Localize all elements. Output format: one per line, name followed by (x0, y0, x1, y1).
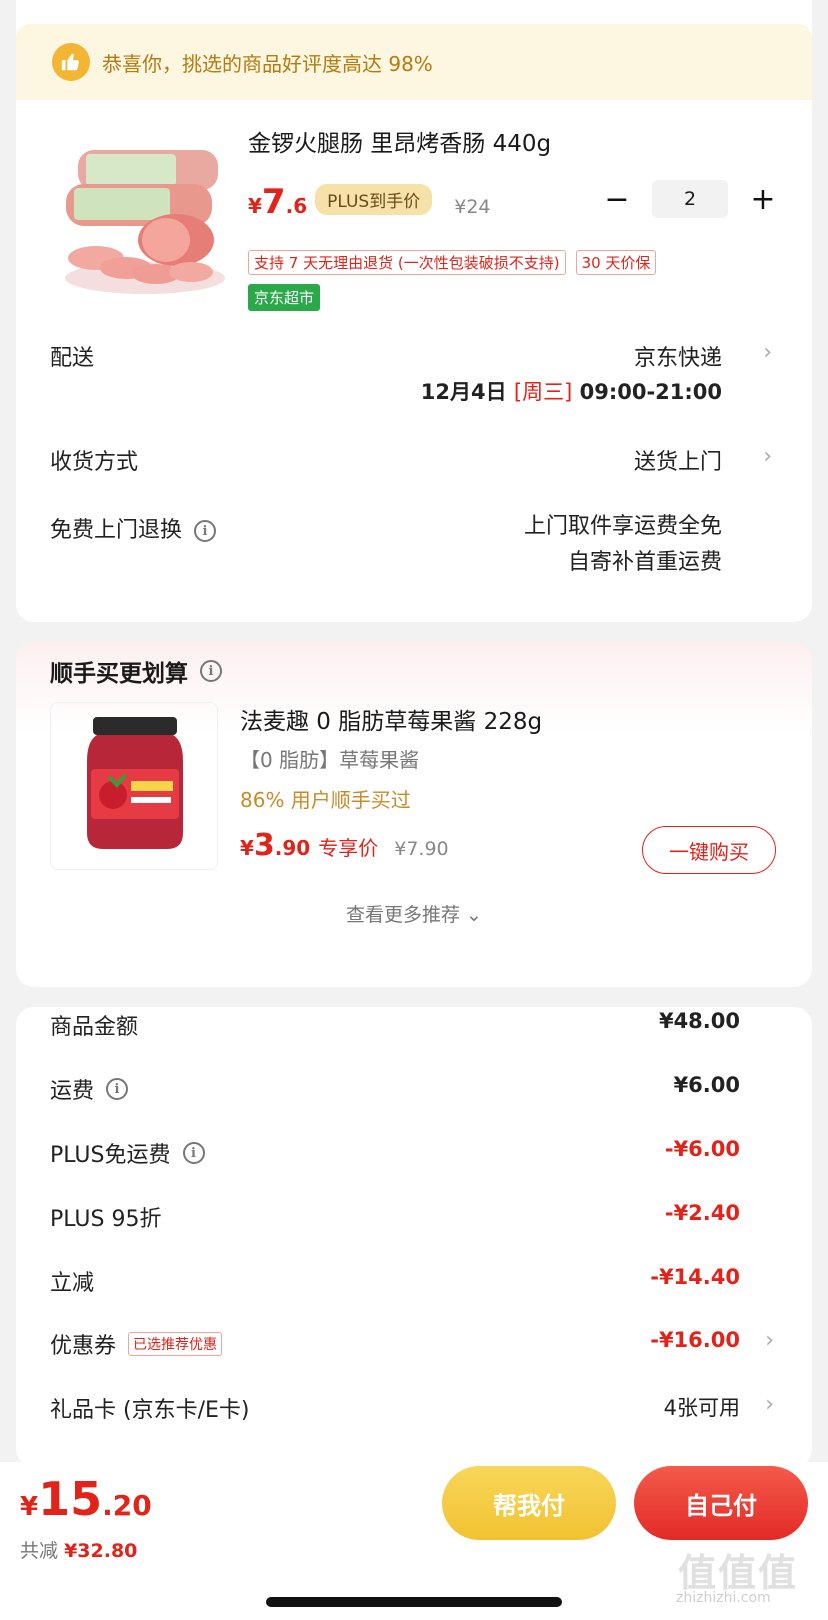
total-integer: 15 (38, 1472, 103, 1526)
pay-myself-button[interactable]: 自己付 (634, 1466, 808, 1540)
free-return-line2: 自寄补首重运费 (567, 550, 722, 575)
one-click-buy-button[interactable]: 一键购买 (642, 826, 776, 874)
price-decimal: .6 (285, 194, 308, 218)
exclusive-price-label: 专享价 (318, 836, 379, 860)
free-return-text: 免费上门退换 (50, 518, 183, 543)
free-return-label: 免费上门退换 i (50, 512, 217, 544)
summary-row-instant-discount: 立减 -¥14.40 (16, 1265, 812, 1305)
delivery-slot: 09:00-21:00 (579, 380, 722, 404)
chevron-right-icon[interactable]: › (765, 1392, 774, 1417)
price-decimal: .90 (274, 836, 311, 860)
chevron-right-icon[interactable]: › (763, 340, 772, 365)
shipping-label-text: 运费 (50, 1079, 95, 1104)
help-me-pay-button[interactable]: 帮我付 (442, 1466, 616, 1540)
checkout-bar: ¥ 15 .20 共减 ¥32.80 帮我付 自己付 值值值 zhizhizhi… (0, 1462, 828, 1620)
price-integer: 3 (253, 828, 275, 863)
watermark-logo: 值值值 (678, 1551, 799, 1595)
summary-row-shipping: 运费 i ¥6.00 (16, 1073, 812, 1113)
recommend-item-hint: 86% 用户顺手买过 (240, 788, 411, 812)
receive-method-value[interactable]: 送货上门 (634, 444, 722, 476)
summary-value: ¥6.00 (673, 1073, 740, 1097)
delivery-time[interactable]: 12月4日 [周三] 09:00-21:00 (421, 376, 722, 406)
summary-row-gift-card[interactable]: 礼品卡 (京东卡/E卡) 4张可用 › (16, 1392, 812, 1432)
thumbs-up-icon (52, 43, 90, 81)
summary-label: 优惠券 已选推荐优惠 (50, 1328, 223, 1360)
plus-price-badge: PLUS到手价 (315, 184, 433, 215)
summary-row-plus-free-shipping: PLUS免运费 i -¥6.00 (16, 1137, 812, 1177)
coupon-label-text: 优惠券 (50, 1334, 117, 1359)
summary-row-plus-discount: PLUS 95折 -¥2.40 (16, 1201, 812, 1241)
rating-banner: 恭喜你，挑选的商品好评度高达 98% (16, 24, 812, 100)
receive-method-label: 收货方式 (50, 450, 139, 475)
quantity-input[interactable]: 2 (652, 180, 728, 218)
more-recommend-link[interactable]: 查看更多推荐 ⌄ (16, 900, 812, 927)
summary-label: 运费 i (50, 1073, 129, 1105)
decrease-quantity-button[interactable]: − (602, 182, 632, 217)
summary-label: PLUS 95折 (50, 1207, 162, 1232)
total-decimal: .20 (102, 1489, 152, 1522)
original-price: ¥24 (454, 196, 491, 218)
increase-quantity-button[interactable]: + (748, 182, 778, 217)
recommend-item-title[interactable]: 法麦趣 0 脂肪草莓果酱 228g (240, 702, 542, 736)
summary-row-coupon[interactable]: 优惠券 已选推荐优惠 -¥16.00 › (16, 1328, 812, 1368)
summary-value: ¥48.00 (658, 1009, 740, 1033)
saved-value: ¥32.80 (64, 1540, 138, 1562)
price-integer: 7 (261, 182, 286, 222)
service-tags: 支持 7 天无理由退货 (一次性包装破损不支持) 30 天价保 (248, 250, 657, 275)
order-item-card: 恭喜你，挑选的商品好评度高达 98% 金锣火腿肠 里昂烤香肠 440g ¥ 7 … (16, 0, 812, 622)
currency-symbol: ¥ (20, 1492, 39, 1522)
recommend-old-price: ¥7.90 (394, 838, 449, 860)
delivery-date: 12月4日 (420, 380, 507, 404)
info-icon[interactable]: i (194, 520, 217, 542)
recommend-card: 顺手买更划算 i 法麦趣 0 脂肪草莓果酱 228g 【0 脂肪】草莓果酱 86%… (16, 642, 812, 987)
recommend-price-row: ¥ 3 .90 专享价 ¥7.90 (240, 828, 449, 863)
summary-row-goods: 商品金额 ¥48.00 (16, 1009, 812, 1049)
watermark-url: zhizhizhi.com (676, 1590, 771, 1606)
currency-symbol: ¥ (248, 194, 262, 218)
home-indicator[interactable] (266, 1597, 562, 1607)
jam-product-image[interactable] (50, 702, 218, 870)
product-price-row: ¥ 7 .6 PLUS到手价 ¥24 (248, 182, 491, 222)
recommend-title: 顺手买更划算 i (50, 654, 222, 688)
delivery-label: 配送 (50, 346, 95, 371)
summary-label: 立减 (50, 1271, 95, 1296)
quantity-stepper: − 2 + (602, 180, 778, 218)
total-price: ¥ 15 .20 (20, 1472, 152, 1526)
jd-supermarket-tag: 京东超市 (248, 284, 321, 311)
plus-shipping-label-text: PLUS免运费 (50, 1143, 171, 1168)
summary-value: -¥6.00 (664, 1137, 740, 1161)
summary-label: PLUS免运费 i (50, 1137, 205, 1169)
total-saved: 共减 ¥32.80 (20, 1536, 137, 1563)
product-title[interactable]: 金锣火腿肠 里昂烤香肠 440g (248, 124, 551, 158)
coupon-selected-tag: 已选推荐优惠 (128, 1332, 223, 1356)
summary-value: 4张可用 (663, 1396, 740, 1420)
info-icon[interactable]: i (106, 1078, 129, 1100)
saved-label: 共减 (20, 1540, 59, 1562)
summary-label: 礼品卡 (京东卡/E卡) (50, 1398, 250, 1423)
chevron-right-icon[interactable]: › (765, 1328, 774, 1353)
summary-value: -¥2.40 (664, 1201, 740, 1225)
info-icon[interactable]: i (200, 660, 222, 682)
info-icon[interactable]: i (182, 1142, 205, 1164)
recommend-title-text: 顺手买更划算 (50, 661, 188, 687)
delivery-method[interactable]: 京东快递 (634, 340, 722, 372)
recommend-item-subtitle: 【0 脂肪】草莓果酱 (240, 748, 420, 772)
delivery-weekday: [周三] (513, 380, 573, 404)
summary-value: -¥14.40 (650, 1265, 740, 1289)
sausage-product-image[interactable] (56, 140, 234, 302)
currency-symbol: ¥ (240, 836, 254, 860)
chevron-right-icon[interactable]: › (763, 444, 772, 469)
summary-label: 商品金额 (50, 1015, 139, 1040)
return-policy-tag: 支持 7 天无理由退货 (一次性包装破损不支持) (248, 250, 566, 275)
summary-value: -¥16.00 (650, 1328, 740, 1352)
free-return-line1: 上门取件享运费全免 (523, 514, 722, 539)
price-protect-tag: 30 天价保 (575, 250, 657, 275)
banner-text: 恭喜你，挑选的商品好评度高达 98% (102, 51, 433, 76)
